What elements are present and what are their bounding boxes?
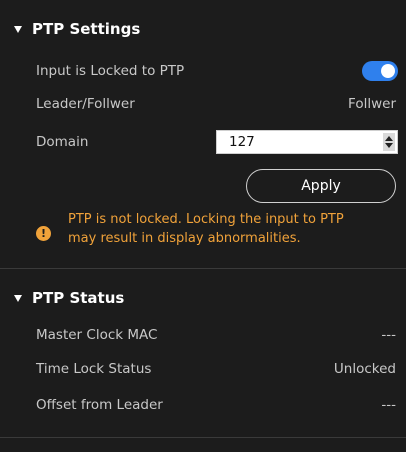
warning-line-2: may result in display abnormalities. xyxy=(68,231,301,246)
apply-button[interactable]: Apply xyxy=(246,169,396,203)
domain-value[interactable]: 127 xyxy=(229,134,255,150)
offset-value: --- xyxy=(381,397,396,413)
master-mac-value: --- xyxy=(381,327,396,343)
time-lock-row: Time Lock Status Unlocked xyxy=(0,358,406,380)
ptp-settings-title: PTP Settings xyxy=(32,20,141,38)
collapse-caret-icon[interactable] xyxy=(14,25,22,33)
section-divider xyxy=(0,268,406,269)
input-locked-toggle[interactable] xyxy=(362,61,398,81)
ptp-status-header[interactable]: PTP Status xyxy=(0,284,406,312)
collapse-caret-icon[interactable] xyxy=(14,294,22,302)
domain-label: Domain xyxy=(36,134,89,150)
ptp-status-title: PTP Status xyxy=(32,289,125,307)
domain-stepper[interactable]: 127 xyxy=(216,130,398,154)
stepper-down-icon[interactable] xyxy=(385,143,393,148)
offset-row: Offset from Leader --- xyxy=(0,394,406,416)
time-lock-value: Unlocked xyxy=(333,361,396,377)
stepper-arrows[interactable] xyxy=(383,133,395,151)
offset-label: Offset from Leader xyxy=(36,397,163,413)
time-lock-label: Time Lock Status xyxy=(36,361,152,377)
ptp-settings-header[interactable]: PTP Settings xyxy=(0,15,406,43)
warning-icon: ! xyxy=(36,226,51,241)
leader-value: Follwer xyxy=(348,96,396,112)
warning-line-1: PTP is not locked. Locking the input to … xyxy=(68,212,344,227)
leader-label: Leader/Follwer xyxy=(36,96,135,112)
bottom-divider xyxy=(0,437,406,438)
stepper-up-icon[interactable] xyxy=(385,136,393,141)
leader-row: Leader/Follwer Follwer xyxy=(0,93,406,115)
master-mac-label: Master Clock MAC xyxy=(36,327,158,343)
toggle-knob xyxy=(381,64,395,78)
warning-message: PTP is not locked. Locking the input to … xyxy=(68,210,388,248)
input-locked-row: Input is Locked to PTP xyxy=(0,60,406,82)
input-locked-label: Input is Locked to PTP xyxy=(36,63,185,79)
master-mac-row: Master Clock MAC --- xyxy=(0,324,406,346)
ptp-panel: PTP Settings Input is Locked to PTP Lead… xyxy=(0,0,406,452)
